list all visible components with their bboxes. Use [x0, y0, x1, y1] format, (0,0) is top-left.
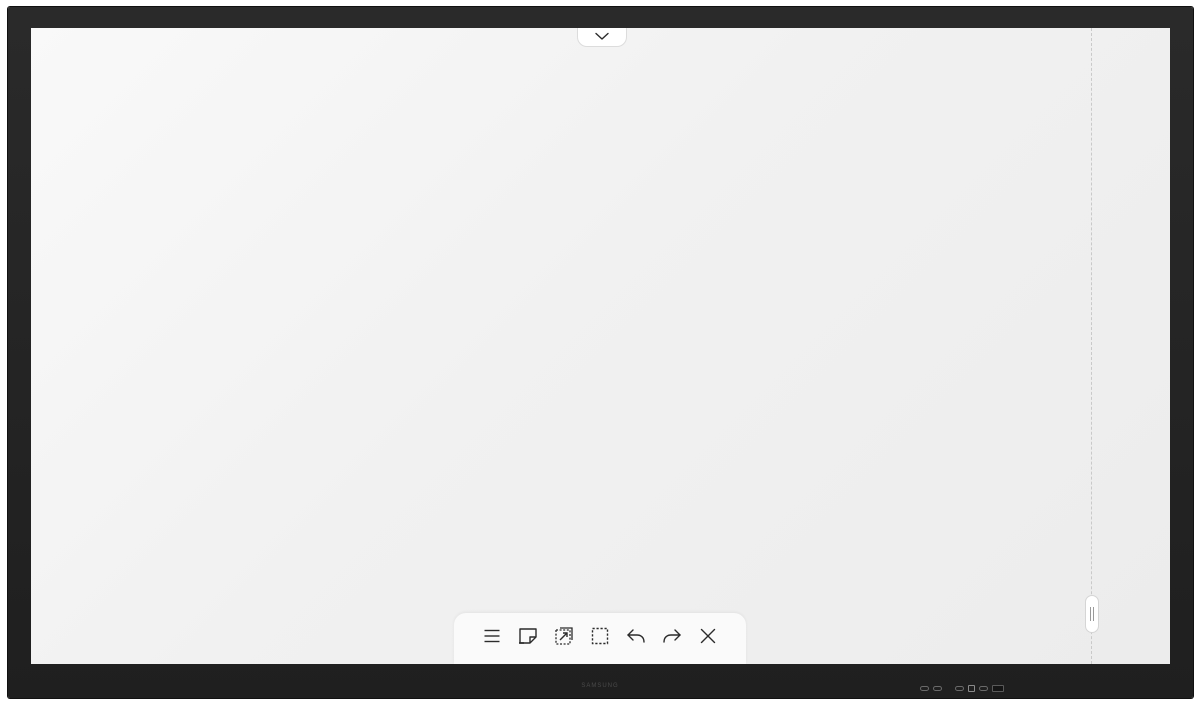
power-button[interactable] — [968, 685, 975, 692]
top-panel-handle[interactable] — [577, 28, 627, 47]
side-panel-handle[interactable] — [1085, 595, 1099, 633]
sticky-note-icon — [518, 627, 538, 645]
undo-button[interactable] — [618, 621, 654, 651]
select-area-button[interactable] — [582, 621, 618, 651]
usb-c-port — [933, 686, 942, 691]
usb-port — [979, 686, 988, 691]
whiteboard-canvas[interactable] — [31, 28, 1170, 664]
display-device: SAMSUNG — [8, 7, 1193, 698]
canvas-boundary-line — [1091, 28, 1092, 664]
close-button[interactable] — [690, 621, 726, 651]
grip-icon — [1093, 607, 1094, 621]
front-ports — [920, 684, 1004, 693]
sensor-window — [992, 685, 1004, 692]
chevron-down-icon — [595, 28, 609, 46]
close-icon — [700, 628, 716, 644]
menu-icon — [483, 628, 501, 644]
undo-icon — [626, 628, 646, 644]
redo-button[interactable] — [654, 621, 690, 651]
brand-logo: SAMSUNG — [581, 683, 619, 689]
select-area-icon — [591, 627, 609, 645]
usb-c-port — [920, 686, 929, 691]
import-note-button[interactable] — [546, 621, 582, 651]
grip-icon — [1090, 607, 1091, 621]
bottom-toolbar — [454, 613, 746, 664]
redo-icon — [662, 628, 682, 644]
sticky-note-button[interactable] — [510, 621, 546, 651]
menu-button[interactable] — [474, 621, 510, 651]
import-note-icon — [554, 626, 574, 646]
bottom-bezel: SAMSUNG — [8, 664, 1193, 698]
hdmi-port — [955, 686, 964, 691]
